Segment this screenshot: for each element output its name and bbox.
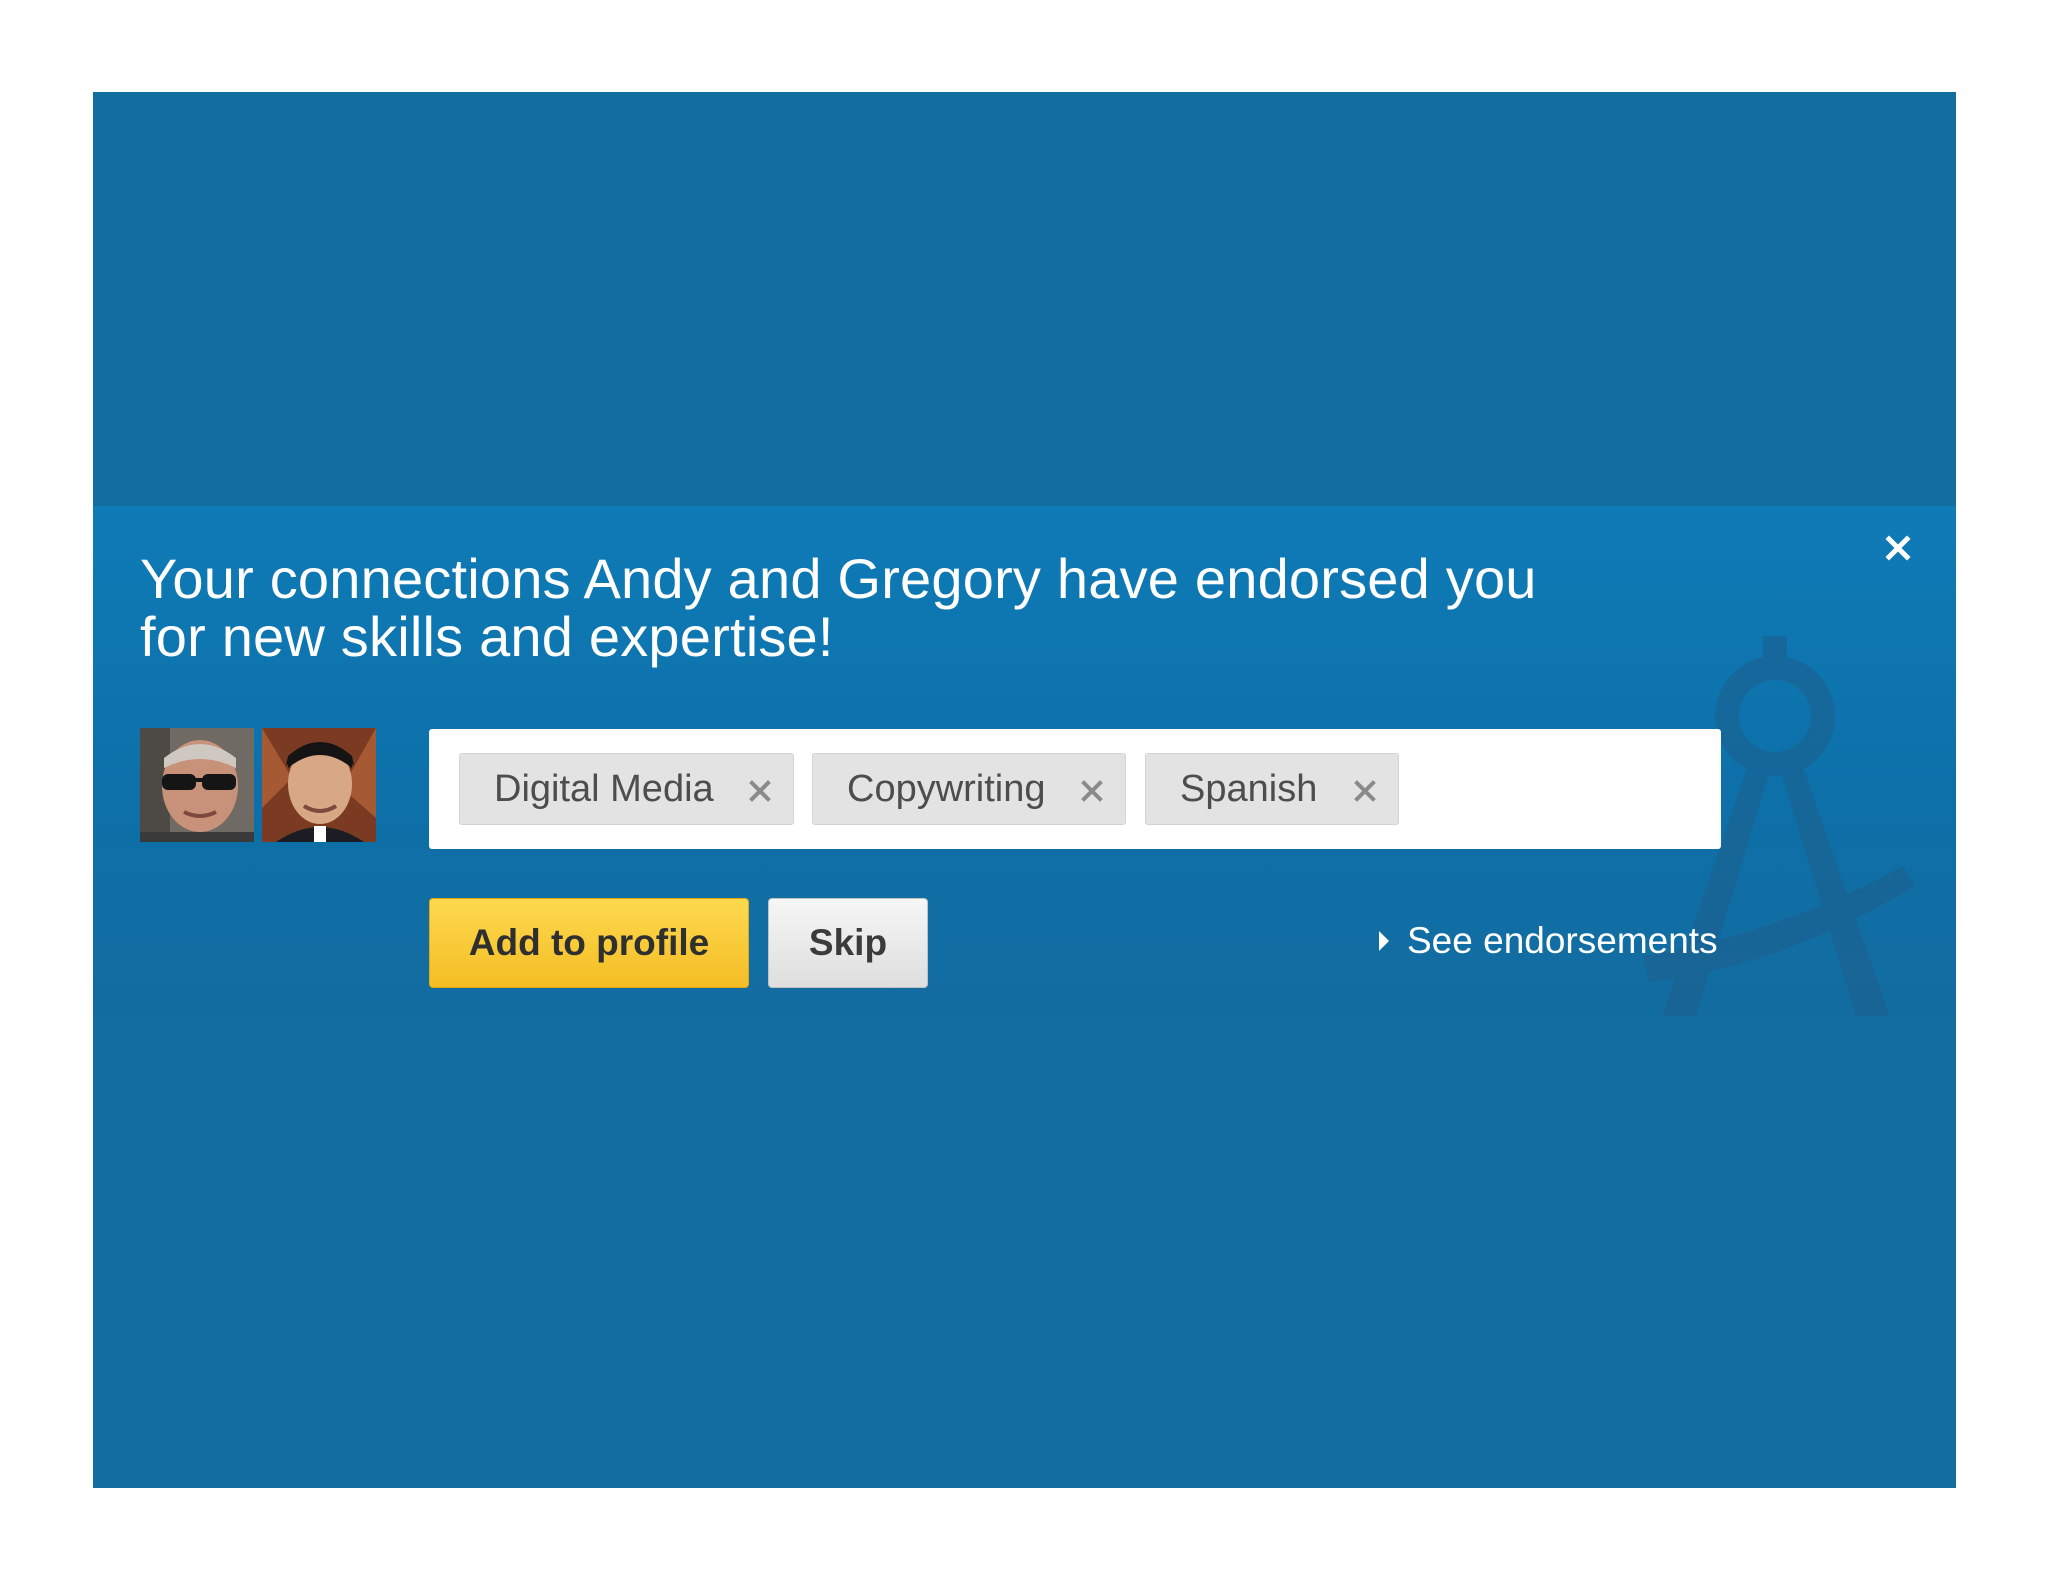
close-icon[interactable] xyxy=(1079,778,1105,804)
close-icon[interactable] xyxy=(747,778,773,804)
skill-tag: Copywriting xyxy=(812,753,1126,825)
avatar-photo xyxy=(140,728,254,842)
headline-line-2: for new skills and expertise! xyxy=(140,605,834,668)
headline-line-1: Your connections Andy and Gregory have e… xyxy=(140,547,1537,610)
add-to-profile-button[interactable]: Add to profile xyxy=(429,898,749,988)
banner-headline: Your connections Andy and Gregory have e… xyxy=(140,550,1700,666)
endorser-avatar-1[interactable] xyxy=(140,728,254,842)
see-endorsements-link[interactable]: See endorsements xyxy=(1379,916,1718,966)
skill-tag-label: Copywriting xyxy=(847,767,1046,810)
skills-input[interactable]: Digital Media Copywriting Spanish xyxy=(429,729,1721,849)
skill-tag: Digital Media xyxy=(459,753,794,825)
close-icon xyxy=(1885,535,1911,561)
endorser-avatar-2[interactable] xyxy=(262,728,376,842)
skill-tag-label: Spanish xyxy=(1180,767,1318,810)
skip-button[interactable]: Skip xyxy=(768,898,928,988)
avatar-photo xyxy=(262,728,376,842)
endorsement-banner: Your connections Andy and Gregory have e… xyxy=(93,506,1956,1016)
close-icon[interactable] xyxy=(1352,778,1378,804)
skill-tag-label: Digital Media xyxy=(494,767,714,810)
close-button[interactable] xyxy=(1878,528,1918,568)
caret-right-icon xyxy=(1379,931,1389,951)
see-endorsements-label: See endorsements xyxy=(1407,920,1718,961)
skill-tag: Spanish xyxy=(1145,753,1399,825)
